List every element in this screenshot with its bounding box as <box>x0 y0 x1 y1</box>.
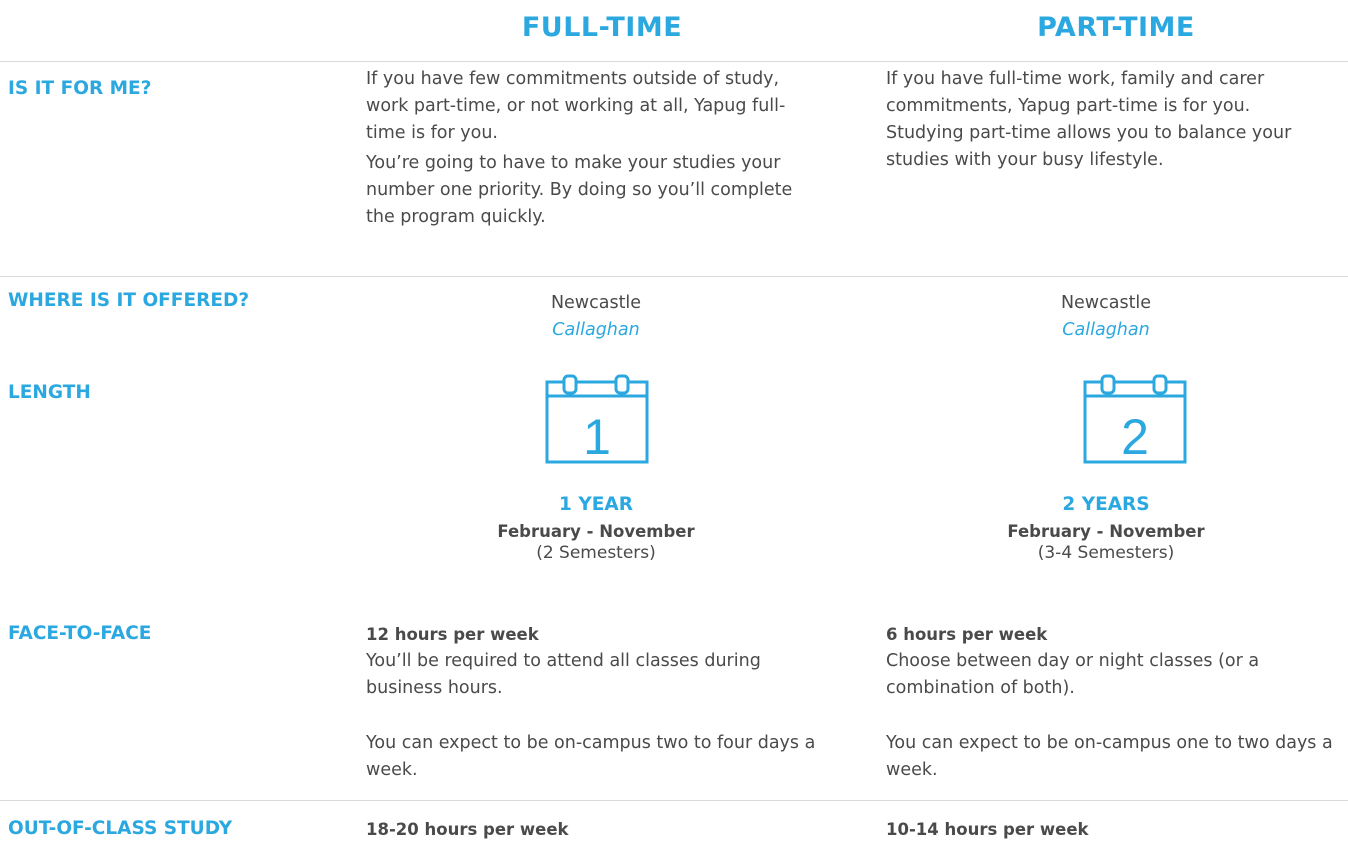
full-time-study-hours: 18-20 hours per week <box>366 820 569 839</box>
location-campus: Callaghan <box>1062 320 1150 340</box>
study-mode-comparison: FULL-TIME PART-TIME IS IT FOR ME? If you… <box>0 0 1348 857</box>
part-time-campus-days-text: You can expect to be on-campus one to tw… <box>886 733 1333 780</box>
full-time-length: 1 YEAR February - November (2 Semesters) <box>366 494 826 563</box>
part-time-contact-hours: 6 hours per week <box>886 625 1048 644</box>
part-time-heading: PART-TIME <box>1037 12 1195 43</box>
part-time-study-hours: 10-14 hours per week <box>886 820 1089 839</box>
full-time-attendance-text: You’ll be required to attend all classes… <box>366 651 761 698</box>
row-label-is-it-for-me: IS IT FOR ME? <box>8 78 152 99</box>
duration-label: 1 YEAR <box>559 494 633 515</box>
part-time-attendance-text: Choose between day or night classes (or … <box>886 651 1260 698</box>
location-city: Newcastle <box>1060 293 1152 313</box>
months-range: February - November <box>1007 522 1205 541</box>
months-range: February - November <box>497 522 695 541</box>
row-label-face-to-face: FACE-TO-FACE <box>8 623 152 644</box>
full-time-priority-text: You’re going to have to make your studie… <box>366 153 793 227</box>
semester-count: (3-4 Semesters) <box>1037 543 1175 563</box>
calendar-icon: 1 <box>545 374 649 464</box>
duration-label: 2 YEARS <box>1062 494 1150 515</box>
location-campus: Callaghan <box>552 320 640 340</box>
location-city: Newcastle <box>550 293 642 313</box>
semester-count: (2 Semesters) <box>536 543 656 563</box>
calendar-number: 2 <box>1121 409 1149 464</box>
divider <box>0 800 1348 801</box>
full-time-campus-days-text: You can expect to be on-campus two to fo… <box>366 733 816 780</box>
part-time-length: 2 YEARS February - November (3-4 Semeste… <box>886 494 1326 563</box>
calendar-icon: 2 <box>1083 374 1187 464</box>
full-time-heading: FULL-TIME <box>521 12 683 43</box>
calendar-number: 1 <box>583 409 611 464</box>
row-label-out-of-class: OUT-OF-CLASS STUDY <box>8 818 233 839</box>
part-time-balance-text: Studying part-time allows you to balance… <box>886 123 1292 170</box>
divider <box>0 61 1348 62</box>
full-time-contact-hours: 12 hours per week <box>366 625 539 644</box>
full-time-location: Newcastle Callaghan <box>366 290 826 344</box>
row-label-where-offered: WHERE IS IT OFFERED? <box>8 290 250 311</box>
part-time-suitability-text: If you have full-time work, family and c… <box>886 69 1265 116</box>
row-label-length: LENGTH <box>8 382 91 403</box>
divider <box>0 276 1348 277</box>
full-time-suitability-text: If you have few commitments outside of s… <box>366 69 786 143</box>
part-time-location: Newcastle Callaghan <box>886 290 1326 344</box>
